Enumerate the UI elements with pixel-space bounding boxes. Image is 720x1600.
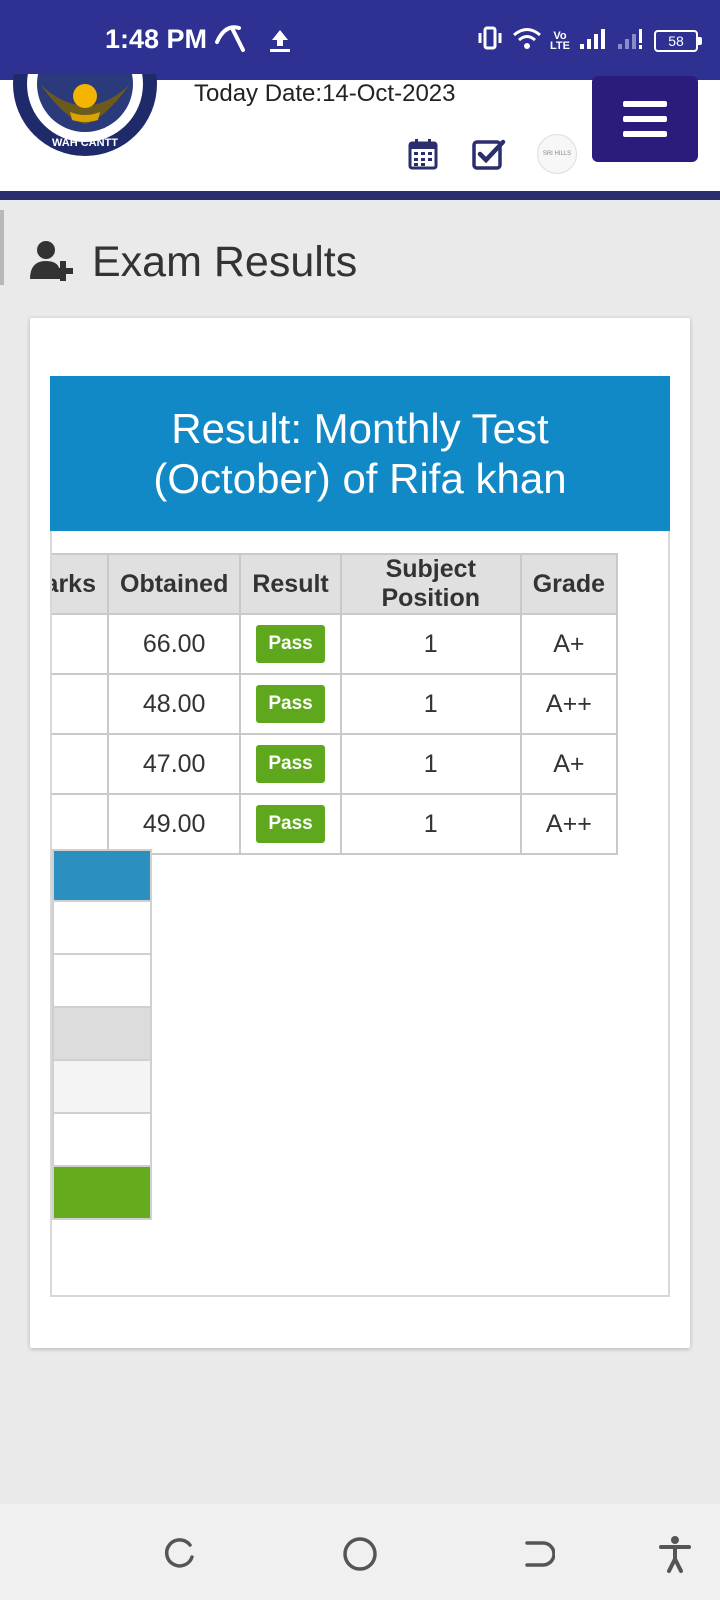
col-subject-position: Subject Position <box>339 553 522 615</box>
cell-position: 1 <box>339 733 522 795</box>
result-banner: Result: Monthly Test (October) of Rifa k… <box>50 376 670 531</box>
pass-badge: Pass <box>256 625 325 663</box>
app-header: WAH CANTT Today Date:14-Oct-2023 SRI HIL… <box>0 74 720 200</box>
school-logo[interactable]: WAH CANTT <box>10 74 160 164</box>
vibrate-icon <box>476 26 504 55</box>
table-header-row: arks Obtained Result Subject Position Gr… <box>52 553 619 615</box>
cell-grade: A+ <box>519 613 619 675</box>
cell-obtained: 49.00 <box>106 793 242 855</box>
cell-obtained: 47.00 <box>106 733 242 795</box>
legend-swatch <box>52 849 152 902</box>
legend-swatch <box>52 1008 152 1061</box>
cell-position: 1 <box>339 673 522 735</box>
cell-result: Pass <box>239 673 342 735</box>
status-bar: 1:48 PM Vo LTE 58 <box>0 0 720 80</box>
signal-icon <box>578 26 608 55</box>
legend-swatch <box>52 1167 152 1220</box>
col-obtained: Obtained <box>106 553 242 615</box>
school-badge[interactable]: SRI HILLS <box>537 134 577 174</box>
cell-obtained: 66.00 <box>106 613 242 675</box>
cell-position: 1 <box>339 793 522 855</box>
wifi-icon <box>512 26 542 55</box>
col-grade: Grade <box>519 553 619 615</box>
cell-grade: A++ <box>519 793 619 855</box>
cell-marks <box>52 733 109 795</box>
system-nav-bar <box>0 1504 720 1600</box>
cell-obtained: 48.00 <box>106 673 242 735</box>
user-plus-icon <box>30 239 80 286</box>
cell-result: Pass <box>239 793 342 855</box>
cell-marks <box>52 673 109 735</box>
results-table-frame[interactable]: arks Obtained Result Subject Position Gr… <box>50 531 670 1297</box>
carrier-icon <box>213 22 249 61</box>
volte-indicator: Vo LTE <box>550 29 570 52</box>
today-date: Today Date:14-Oct-2023 <box>194 80 456 107</box>
recents-icon[interactable] <box>160 1534 200 1574</box>
svg-text:WAH CANTT: WAH CANTT <box>52 137 118 149</box>
cell-result: Pass <box>239 613 342 675</box>
home-icon[interactable] <box>340 1534 380 1574</box>
school-badge-text: SRI HILLS <box>542 151 572 157</box>
results-table: arks Obtained Result Subject Position Gr… <box>52 553 619 855</box>
signal-icon-2 <box>616 26 646 55</box>
legend-swatch <box>52 1114 152 1167</box>
cell-grade: A+ <box>519 733 619 795</box>
status-time: 1:48 PM <box>105 24 208 54</box>
upload-icon <box>267 22 293 61</box>
page-title: Exam Results <box>30 238 357 287</box>
battery-indicator: 58 <box>654 29 702 52</box>
table-row: 49.00 Pass 1 A++ <box>52 793 619 855</box>
col-marks: arks <box>52 553 109 615</box>
pass-badge: Pass <box>256 745 325 783</box>
legend-swatch <box>52 955 152 1008</box>
legend-swatch <box>52 902 152 955</box>
legend-color-column <box>52 849 152 1220</box>
results-card: Result: Monthly Test (October) of Rifa k… <box>30 318 690 1348</box>
accessibility-icon[interactable] <box>655 1534 695 1574</box>
checkbox-icon[interactable] <box>471 136 507 172</box>
menu-icon-bar <box>623 101 667 107</box>
legend-swatch <box>52 1061 152 1114</box>
cell-grade: A++ <box>519 673 619 735</box>
menu-button[interactable] <box>592 76 698 162</box>
menu-icon-bar <box>623 131 667 137</box>
back-icon[interactable] <box>518 1534 558 1574</box>
cell-position: 1 <box>339 613 522 675</box>
cell-result: Pass <box>239 733 342 795</box>
pass-badge: Pass <box>256 685 325 723</box>
left-scroll-indicator <box>0 210 4 285</box>
calendar-icon[interactable] <box>405 136 441 172</box>
status-right-icons: Vo LTE 58 <box>476 26 702 55</box>
col-result: Result <box>239 553 342 615</box>
header-icons: SRI HILLS <box>405 134 577 174</box>
table-row: 66.00 Pass 1 A+ <box>52 613 619 675</box>
cell-marks <box>52 793 109 855</box>
table-row: 47.00 Pass 1 A+ <box>52 733 619 795</box>
table-row: 48.00 Pass 1 A++ <box>52 673 619 735</box>
cell-marks <box>52 613 109 675</box>
page-title-text: Exam Results <box>92 238 358 286</box>
status-left-icons <box>213 22 293 61</box>
menu-icon-bar <box>623 116 667 122</box>
pass-badge: Pass <box>256 805 325 843</box>
